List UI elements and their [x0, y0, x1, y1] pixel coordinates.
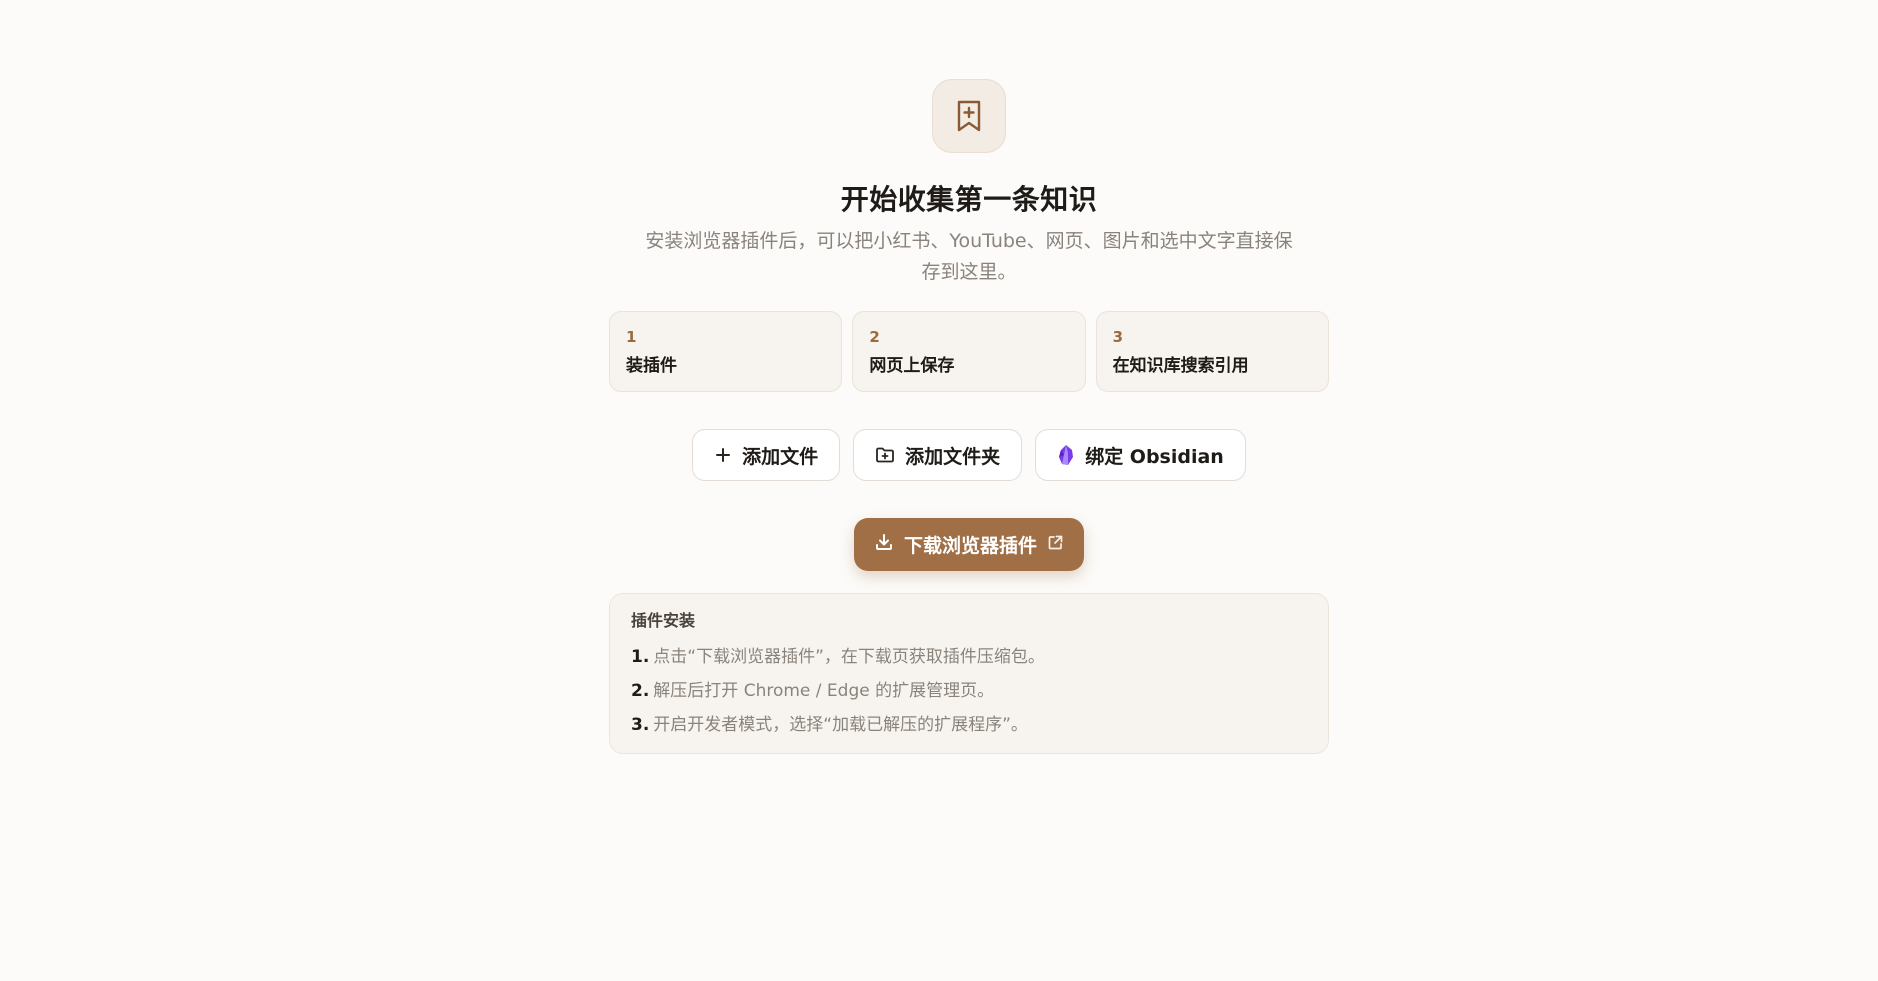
- install-step-text: 解压后打开 Chrome / Edge 的扩展管理页。: [653, 681, 995, 701]
- download-extension-label: 下载浏览器插件: [903, 535, 1037, 557]
- install-guide-title: 插件安装: [631, 611, 696, 630]
- install-step: 2. 解压后打开 Chrome / Edge 的扩展管理页。: [631, 674, 1307, 708]
- step-number: 2: [869, 328, 880, 346]
- install-step-text: 开启开发者模式，选择“加载已解压的扩展程序”。: [653, 715, 1028, 735]
- empty-state: 开始收集第一条知识 安装浏览器插件后，可以把小红书、YouTube、网页、图片和…: [609, 0, 1329, 754]
- install-step-number: 2.: [631, 681, 650, 701]
- action-buttons: 添加文件 添加文件夹 绑定 Obsidian: [692, 429, 1246, 481]
- page-subtitle: 安装浏览器插件后，可以把小红书、YouTube、网页、图片和选中文字直接保存到这…: [645, 230, 1293, 283]
- external-link-icon: [1047, 534, 1064, 556]
- step-label: 网页上保存: [869, 356, 955, 376]
- page-title: 开始收集第一条知识: [840, 183, 1098, 216]
- add-folder-label: 添加文件夹: [905, 445, 1001, 468]
- add-file-label: 添加文件: [742, 445, 819, 468]
- step-number: 1: [626, 328, 637, 346]
- add-folder-button[interactable]: 添加文件夹: [853, 429, 1023, 481]
- install-guide: 插件安装 1. 点击“下载浏览器插件”，在下载页获取插件压缩包。 2. 解压后打开 …: [609, 593, 1329, 754]
- step-card: 2 网页上保存: [852, 311, 1086, 392]
- step-card: 3 在知识库搜索引用: [1095, 311, 1329, 392]
- install-step-number: 3.: [631, 715, 650, 735]
- bind-obsidian-label: 绑定 Obsidian: [1085, 445, 1224, 468]
- plus-icon: [714, 446, 732, 464]
- step-label: 在知识库搜索引用: [1112, 356, 1249, 376]
- install-step: 1. 点击“下载浏览器插件”，在下载页获取插件压缩包。: [631, 640, 1307, 674]
- step-card: 1 装插件: [609, 311, 843, 392]
- obsidian-icon: [1057, 444, 1075, 466]
- install-step: 3. 开启开发者模式，选择“加载已解压的扩展程序”。: [631, 708, 1307, 742]
- step-label: 装插件: [626, 356, 677, 376]
- install-step-text: 点击“下载浏览器插件”，在下载页获取插件压缩包。: [653, 647, 1045, 667]
- folder-plus-icon: [875, 446, 895, 464]
- bind-obsidian-button[interactable]: 绑定 Obsidian: [1035, 429, 1246, 481]
- download-extension-button[interactable]: 下载浏览器插件: [853, 518, 1084, 571]
- install-step-number: 1.: [631, 647, 650, 667]
- onboarding-steps: 1 装插件 2 网页上保存 3 在知识库搜索引用: [609, 311, 1329, 392]
- add-file-button[interactable]: 添加文件: [692, 429, 841, 481]
- install-steps-list: 1. 点击“下载浏览器插件”，在下载页获取插件压缩包。 2. 解压后打开 Chrom…: [631, 640, 1307, 742]
- step-number: 3: [1112, 328, 1124, 346]
- download-icon: [874, 532, 894, 557]
- bookmark-plus-icon: [932, 79, 1006, 153]
